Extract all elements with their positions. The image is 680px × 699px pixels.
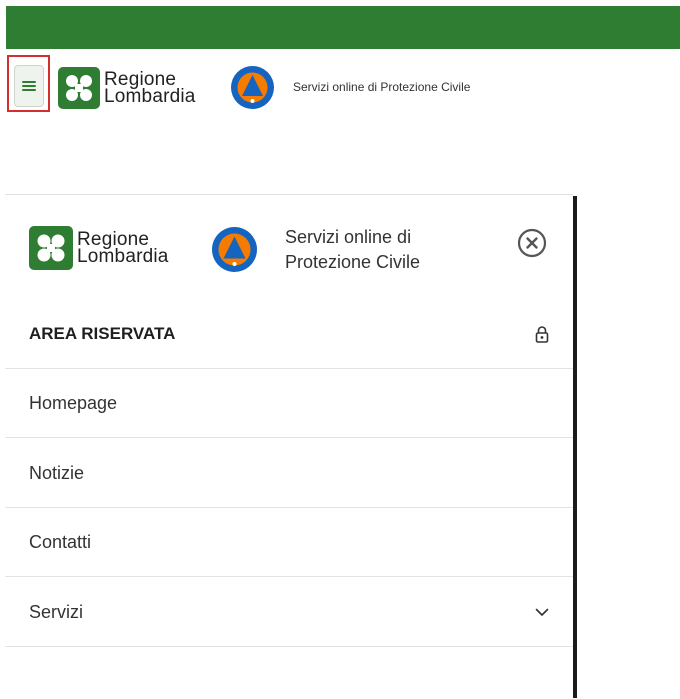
hamburger-icon [22, 81, 36, 91]
menu-item-label: Homepage [29, 392, 118, 413]
drawer-tagline: Servizi online di Protezione Civile [285, 225, 420, 275]
brand-line-2: Lombardia [104, 86, 196, 107]
menu-item-contatti[interactable]: Contatti [5, 508, 573, 577]
chevron-down-icon [535, 608, 549, 616]
menu-item-area-riservata[interactable]: AREA RISERVATA [5, 300, 573, 369]
drawer-tagline-line-2: Protezione Civile [285, 252, 421, 272]
regione-lombardia-mark-icon [29, 226, 73, 270]
menu-item-label: Servizi [29, 601, 84, 622]
navigation-drawer: Regione Lombardia Servizi online di Prot… [5, 194, 573, 699]
protezione-civile-logo-icon [231, 66, 274, 109]
close-drawer-button[interactable] [517, 228, 547, 258]
lock-icon [535, 325, 549, 343]
close-icon [517, 228, 547, 258]
drawer-brand-line-2: Lombardia [77, 246, 169, 267]
menu-item-servizi[interactable]: Servizi [5, 578, 573, 647]
menu-item-label: AREA RISERVATA [29, 324, 176, 343]
hamburger-menu-button[interactable] [14, 65, 44, 107]
regione-lombardia-logo[interactable]: Regione Lombardia [58, 67, 196, 109]
header-tagline: Servizi online di Protezione Civile [293, 80, 471, 94]
drawer-regione-lombardia-logo[interactable]: Regione Lombardia [29, 226, 169, 270]
drawer-tagline-line-1: Servizi online di [285, 227, 412, 247]
menu-item-label: Notizie [29, 462, 85, 483]
regione-lombardia-mark-icon [58, 67, 100, 109]
menu-item-notizie[interactable]: Notizie [5, 439, 573, 508]
drawer-protezione-civile-logo-icon [212, 227, 257, 272]
menu-item-homepage[interactable]: Homepage [5, 369, 573, 438]
top-green-bar [6, 6, 680, 49]
menu-item-label: Contatti [29, 531, 92, 552]
